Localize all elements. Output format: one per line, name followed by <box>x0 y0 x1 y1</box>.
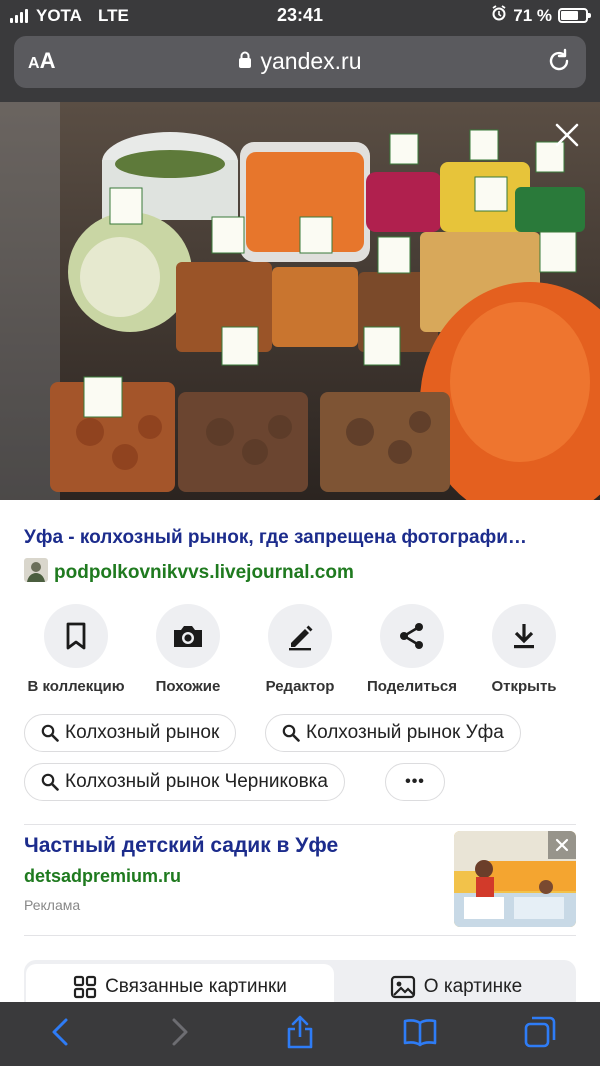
chip-label: Колхозный рынок Черниковка <box>65 771 328 792</box>
bookmark-icon <box>66 622 86 650</box>
chevron-left-icon <box>52 1018 68 1046</box>
back-button[interactable] <box>28 1008 92 1056</box>
action-label: Открыть <box>491 678 557 695</box>
alarm-icon <box>491 5 507 26</box>
download-icon <box>514 624 534 649</box>
pencil-icon <box>289 625 313 651</box>
forward-button[interactable] <box>148 1008 212 1056</box>
battery-icon <box>558 8 591 23</box>
action-label: В коллекцию <box>27 678 125 695</box>
add-to-collection-button[interactable]: В коллекцию <box>20 604 132 695</box>
lock-icon <box>238 48 252 75</box>
battery-percent: 71 % <box>513 5 552 25</box>
action-bar: В коллекцию Похожие Редактор Поделиться … <box>20 604 580 695</box>
more-dots-icon: ••• <box>405 773 425 790</box>
search-icon <box>282 724 300 742</box>
related-search-chip[interactable]: Колхозный рынок Уфа <box>265 714 521 752</box>
ad-close-icon[interactable] <box>548 831 576 859</box>
result-source[interactable]: podpolkovnikvvs.livejournal.com <box>24 558 354 588</box>
ad-title-link[interactable]: Частный детский садик в Уфе <box>24 834 338 858</box>
chip-label: Колхозный рынок Уфа <box>306 722 504 743</box>
status-bar: YOTA LTE 23:41 71 % <box>0 0 600 32</box>
chip-label: Колхозный рынок <box>65 722 220 743</box>
related-search-chip[interactable]: Колхозный рынок <box>24 714 237 752</box>
result-title-link[interactable]: Уфа - колхозный рынок, где запрещена фот… <box>24 527 584 549</box>
browser-toolbar <box>0 1002 600 1066</box>
address-bar[interactable]: AA yandex.ru <box>14 36 586 88</box>
similar-images-button[interactable]: Похожие <box>132 604 244 695</box>
share-button[interactable]: Поделиться <box>356 604 468 695</box>
url-text[interactable]: yandex.ru <box>260 48 361 75</box>
tab-label: О картинке <box>423 976 523 997</box>
tab-label: Связанные картинки <box>105 976 287 997</box>
camera-icon <box>174 626 202 647</box>
browser-top-chrome: YOTA LTE 23:41 71 % AA yandex.ru <box>0 0 600 102</box>
close-icon[interactable] <box>554 122 580 148</box>
share-sheet-button[interactable] <box>268 1008 332 1056</box>
image-icon <box>390 975 415 999</box>
action-label: Редактор <box>265 678 335 695</box>
bookmarks-button[interactable] <box>388 1008 452 1056</box>
search-icon <box>41 724 59 742</box>
tabs-icon <box>524 1016 556 1048</box>
editor-button[interactable]: Редактор <box>244 604 356 695</box>
action-label: Похожие <box>155 678 221 695</box>
tabs-button[interactable] <box>508 1008 572 1056</box>
result-image[interactable] <box>0 102 600 500</box>
ad-image[interactable] <box>454 831 576 927</box>
divider <box>24 935 576 936</box>
ad-domain-link[interactable]: detsadpremium.ru <box>24 866 181 887</box>
related-search-chip[interactable]: Колхозный рынок Черниковка <box>24 763 345 801</box>
share-icon <box>400 623 423 649</box>
chevron-right-icon <box>172 1018 188 1046</box>
book-icon <box>403 1019 437 1047</box>
divider <box>24 824 576 825</box>
open-button[interactable]: Открыть <box>468 604 580 695</box>
ad-label: Реклама <box>24 897 81 913</box>
more-searches-button[interactable]: ••• <box>385 763 445 801</box>
search-icon <box>41 773 59 791</box>
share-up-icon <box>287 1015 313 1049</box>
grid-icon <box>73 975 97 999</box>
action-label: Поделиться <box>366 678 458 695</box>
reload-icon[interactable] <box>546 48 572 79</box>
source-avatar-icon <box>24 558 48 588</box>
source-domain-link[interactable]: podpolkovnikvvs.livejournal.com <box>54 562 354 584</box>
